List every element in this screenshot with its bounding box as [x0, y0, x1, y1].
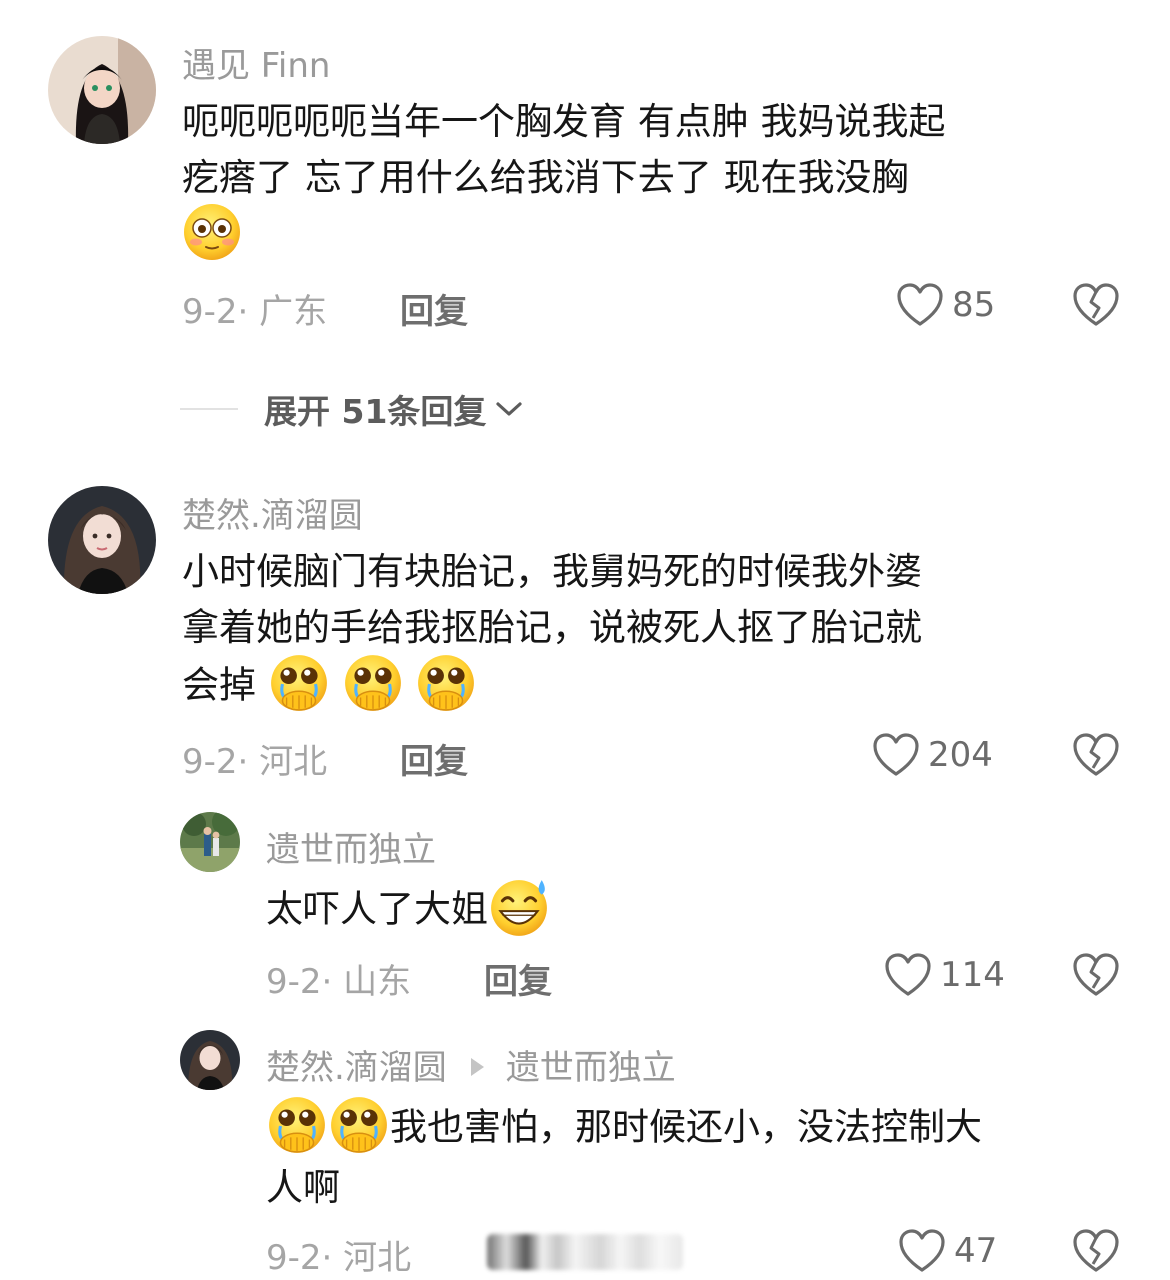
- crying-face-emoji: [266, 1094, 328, 1156]
- like-button[interactable]: 47: [898, 1228, 997, 1274]
- like-count: 47: [954, 1231, 998, 1271]
- dislike-button[interactable]: [1072, 1228, 1120, 1278]
- reply-text-content: 我也害怕，那时候还小，没法控制大: [390, 1105, 982, 1149]
- crying-face-emoji: [328, 1094, 390, 1156]
- broken-heart-icon: [1073, 1229, 1119, 1272]
- date-location: 9-2· 河北: [266, 1238, 412, 1278]
- username: 楚然.滴溜圆 遗世而独立: [266, 1040, 676, 1089]
- reply-to-arrow-icon: [470, 1057, 484, 1076]
- reply-line: 人啊: [266, 1166, 340, 1209]
- blurred-reply-button[interactable]: [487, 1234, 683, 1270]
- reply-target-user[interactable]: 遗世而独立: [506, 1048, 676, 1088]
- avatar-image: [180, 1030, 240, 1090]
- reply-text: 我也害怕，那时候还小，没法控制大 人啊: [266, 1098, 1136, 1216]
- heart-icon: [899, 1229, 945, 1272]
- avatar[interactable]: [180, 1030, 240, 1090]
- reply-author[interactable]: 楚然.滴溜圆: [266, 1048, 447, 1088]
- reply-line: 我也害怕，那时候还小，没法控制大: [266, 1098, 1136, 1160]
- reply-item: 楚然.滴溜圆 遗世而独立 我也害怕，那时候还小，没法控制大 人啊 9-2· 河北 …: [0, 0, 1170, 1280]
